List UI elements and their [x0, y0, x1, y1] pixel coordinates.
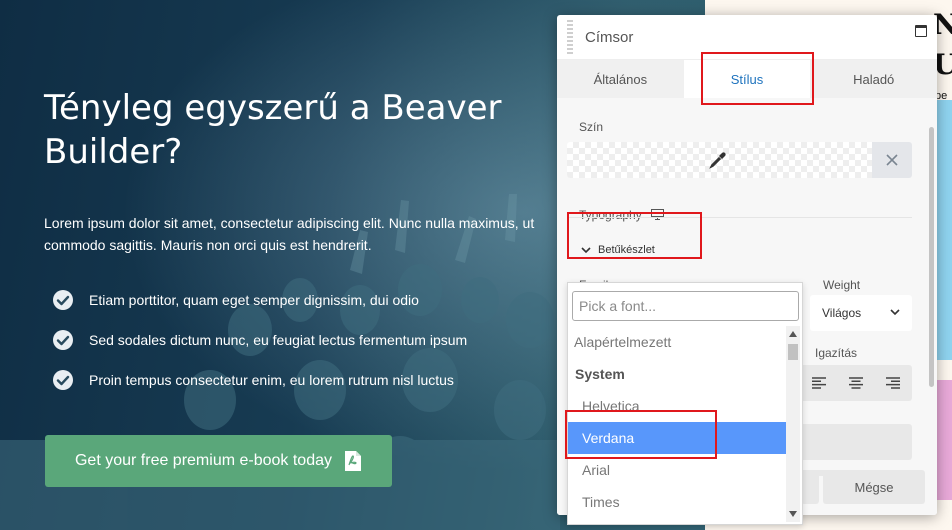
weight-label: Weight — [823, 278, 861, 292]
highlight-box-font-section — [567, 212, 702, 259]
color-picker-field[interactable] — [567, 142, 912, 178]
clear-color-button[interactable] — [872, 142, 912, 178]
feature-text: Sed sodales dictum nunc, eu feugiat lect… — [89, 332, 468, 348]
eyedropper-icon[interactable] — [709, 151, 727, 169]
hero-paragraph: Lorem ipsum dolor sit amet, consectetur … — [44, 215, 535, 253]
check-circle-icon — [53, 330, 73, 350]
font-option[interactable]: Times — [568, 486, 786, 518]
input-field[interactable] — [800, 424, 912, 460]
weight-select[interactable]: Világos — [810, 295, 912, 331]
hero-heading: Tényleg egyszerű a Beaver Builder? — [44, 88, 502, 172]
pdf-file-icon — [345, 451, 361, 471]
check-circle-icon — [53, 290, 73, 310]
alignment-label: Igazítás — [815, 346, 858, 360]
color-label: Szín — [579, 120, 604, 134]
dropdown-scrollbar[interactable] — [786, 326, 800, 522]
decorative-shape — [935, 100, 952, 360]
dropdown-scroll-thumb[interactable] — [788, 344, 798, 360]
font-search-input[interactable] — [572, 291, 799, 321]
font-group-label: System — [575, 366, 625, 382]
feature-list: Etiam porttitor, quam eget semper dignis… — [52, 280, 467, 400]
tab-general[interactable]: Általános — [557, 60, 684, 98]
scroll-up-arrow-icon[interactable] — [789, 331, 797, 337]
align-right-icon[interactable] — [885, 377, 901, 389]
scroll-down-arrow-icon[interactable] — [789, 511, 797, 517]
drag-handle[interactable] — [567, 20, 573, 54]
feature-item: Etiam porttitor, quam eget semper dignis… — [52, 280, 467, 320]
feature-item: Proin tempus consectetur enim, eu lorem … — [52, 360, 467, 400]
align-left-icon[interactable] — [811, 377, 827, 389]
weight-value: Világos — [822, 306, 862, 320]
font-option[interactable]: Alapértelmezett — [568, 326, 786, 358]
check-circle-icon — [53, 370, 73, 390]
align-center-icon[interactable] — [848, 377, 864, 389]
cta-label: Get your free premium e-book today — [74, 452, 332, 469]
highlight-box-verdana — [565, 410, 717, 459]
font-family-dropdown: Alapértelmezett System Helvetica Verdana… — [567, 282, 803, 525]
panel-title: Címsor — [585, 29, 634, 46]
save-button[interactable] — [801, 470, 819, 504]
panel-scrollbar[interactable] — [929, 127, 934, 387]
feature-text: Proin tempus consectetur enim, eu lorem … — [89, 372, 454, 388]
chevron-down-icon — [890, 309, 900, 316]
tab-advanced[interactable]: Haladó — [810, 60, 937, 98]
cta-ebook-button[interactable]: Get your free premium e-book today — [45, 435, 392, 487]
feature-text: Etiam porttitor, quam eget semper dignis… — [89, 292, 419, 308]
color-swatch[interactable] — [567, 142, 872, 178]
alignment-buttons — [800, 365, 912, 401]
close-icon — [886, 154, 898, 166]
maximize-icon[interactable] — [915, 25, 927, 37]
cancel-button[interactable]: Mégse — [823, 470, 925, 504]
highlight-box-style-tab — [701, 52, 814, 105]
feature-item: Sed sodales dictum nunc, eu feugiat lect… — [52, 320, 467, 360]
